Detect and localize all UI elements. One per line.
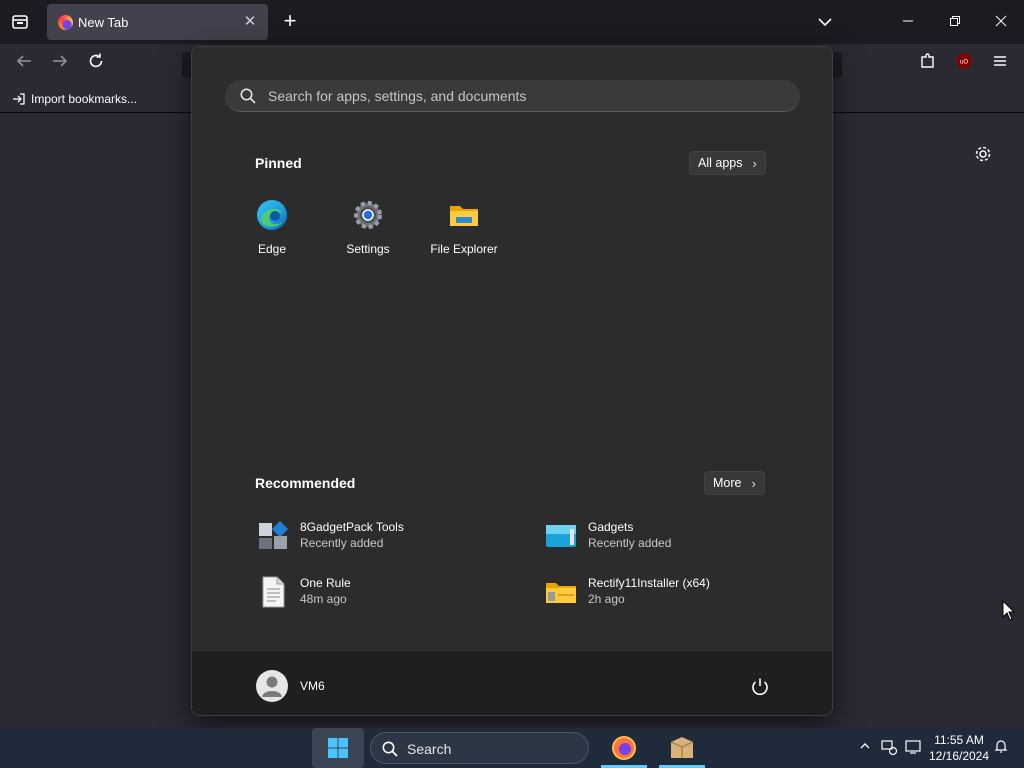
browser-tab-bar: New Tab ✕ + xyxy=(0,0,1024,44)
new-tab-button[interactable]: + xyxy=(279,10,301,34)
power-button[interactable] xyxy=(748,675,772,699)
user-name[interactable]: VM6 xyxy=(300,679,325,693)
recommended-item-one-rule[interactable]: One Rule 48m ago xyxy=(256,573,516,613)
reload-icon xyxy=(89,53,103,68)
monitor-icon xyxy=(905,740,921,754)
restore-button[interactable] xyxy=(940,8,970,36)
tab-title: New Tab xyxy=(78,15,129,30)
recommended-item-detail: Recently added xyxy=(588,536,672,550)
start-button[interactable] xyxy=(312,728,364,768)
forward-button[interactable] xyxy=(48,52,72,76)
edge-icon xyxy=(257,200,287,230)
pinned-app-label: Settings xyxy=(346,242,390,256)
clock-time: 11:55 AM xyxy=(934,733,984,747)
gear-icon xyxy=(975,146,991,162)
start-search-box[interactable]: Search for apps, settings, and documents xyxy=(225,80,800,112)
recommended-item-8gadgetpack-tools[interactable]: 8GadgetPack Tools Recently added xyxy=(256,517,516,557)
search-icon xyxy=(382,741,398,757)
document-icon xyxy=(262,576,285,608)
firefox-view-icon xyxy=(12,15,28,29)
start-search-placeholder: Search for apps, settings, and documents xyxy=(268,88,527,104)
pinned-title: Pinned xyxy=(255,155,302,171)
recommended-item-name: One Rule xyxy=(300,576,351,590)
gadgetpack-icon xyxy=(259,521,288,549)
start-footer: VM6 xyxy=(192,650,832,715)
user-icon xyxy=(262,676,282,697)
recommended-item-name: Rectify11Installer (x64) xyxy=(588,576,710,590)
pinned-app-label: Edge xyxy=(257,242,287,256)
mouse-cursor-icon xyxy=(1002,600,1016,621)
puzzle-piece-icon xyxy=(921,53,934,68)
taskbar-app-file-explorer[interactable] xyxy=(659,728,705,768)
recommended-item-name: Gadgets xyxy=(588,520,634,534)
folder-icon xyxy=(450,206,478,226)
minimize-icon xyxy=(903,20,913,22)
network-icon xyxy=(881,740,898,756)
arrow-right-icon xyxy=(53,55,68,67)
taskbar-search-placeholder: Search xyxy=(407,741,452,757)
chevron-right-icon: › xyxy=(751,475,756,491)
import-bookmarks-label: Import bookmarks... xyxy=(31,92,138,106)
start-menu: Search for apps, settings, and documents… xyxy=(191,46,833,716)
minimize-button[interactable] xyxy=(893,8,923,36)
hamburger-menu-icon xyxy=(994,56,1006,66)
pinned-app-file-explorer[interactable]: File Explorer xyxy=(416,199,512,265)
list-all-tabs-button[interactable] xyxy=(815,12,835,32)
chevron-up-icon xyxy=(860,743,870,749)
display-settings-button[interactable] xyxy=(903,738,923,758)
more-button[interactable]: More › xyxy=(704,471,765,495)
app-menu-button[interactable] xyxy=(988,52,1012,76)
recommended-item-detail: Recently added xyxy=(300,536,384,550)
taskbar-search-box[interactable]: Search xyxy=(370,732,589,764)
new-tab-settings-button[interactable] xyxy=(972,143,994,165)
package-icon xyxy=(670,737,694,758)
reload-button[interactable] xyxy=(84,52,108,76)
bell-icon xyxy=(994,740,1008,753)
close-window-button[interactable] xyxy=(986,8,1016,36)
pinned-app-settings[interactable]: Settings xyxy=(320,199,416,265)
all-apps-button[interactable]: All apps › xyxy=(689,151,766,175)
search-icon xyxy=(240,88,256,104)
clock-date: 12/16/2024 xyxy=(928,749,990,763)
tab-close-icon[interactable]: ✕ xyxy=(241,13,259,31)
recommended-item-rectify11installer[interactable]: Rectify11Installer (x64) 2h ago xyxy=(544,573,804,613)
recommended-item-detail: 48m ago xyxy=(300,592,347,606)
windows-logo-icon xyxy=(328,738,348,758)
recommended-item-detail: 2h ago xyxy=(588,592,625,606)
zip-folder-icon xyxy=(546,583,576,603)
recommended-title: Recommended xyxy=(255,475,356,491)
more-label: More xyxy=(713,476,742,490)
close-icon xyxy=(995,15,1007,27)
import-icon xyxy=(13,93,25,105)
power-icon xyxy=(752,678,768,696)
back-button[interactable] xyxy=(12,52,36,76)
ublock-shield-icon: uO xyxy=(956,53,972,69)
firefox-view-button[interactable] xyxy=(8,11,32,33)
firefox-logo-icon xyxy=(58,15,73,30)
svg-text:uO: uO xyxy=(960,60,968,66)
taskbar: Search 11:55 AM 12/16/2024 xyxy=(0,728,1024,768)
pinned-app-edge[interactable]: Edge xyxy=(224,199,320,265)
notifications-button[interactable] xyxy=(991,738,1011,758)
chevron-down-icon xyxy=(818,18,832,27)
firefox-logo-icon xyxy=(612,736,636,760)
recommended-item-name: 8GadgetPack Tools xyxy=(300,520,404,534)
restore-icon xyxy=(950,16,960,26)
extensions-button[interactable] xyxy=(916,52,940,76)
system-clock[interactable]: 11:55 AM 12/16/2024 xyxy=(924,732,994,764)
network-status-button[interactable] xyxy=(879,738,899,758)
taskbar-app-firefox[interactable] xyxy=(601,728,647,768)
user-avatar[interactable] xyxy=(256,670,288,702)
import-bookmarks-button[interactable]: Import bookmarks... xyxy=(12,90,137,108)
chevron-right-icon: › xyxy=(752,155,757,171)
all-apps-label: All apps xyxy=(698,156,743,170)
pinned-app-label: File Explorer xyxy=(430,242,498,256)
settings-gear-icon xyxy=(354,201,382,229)
gadgets-icon xyxy=(546,525,576,547)
ublock-origin-button[interactable]: uO xyxy=(952,52,976,76)
arrow-left-icon xyxy=(16,55,31,67)
recommended-item-gadgets[interactable]: Gadgets Recently added xyxy=(544,517,804,557)
tab-new-tab[interactable]: New Tab ✕ xyxy=(47,4,268,40)
show-hidden-icons-button[interactable] xyxy=(855,738,875,758)
